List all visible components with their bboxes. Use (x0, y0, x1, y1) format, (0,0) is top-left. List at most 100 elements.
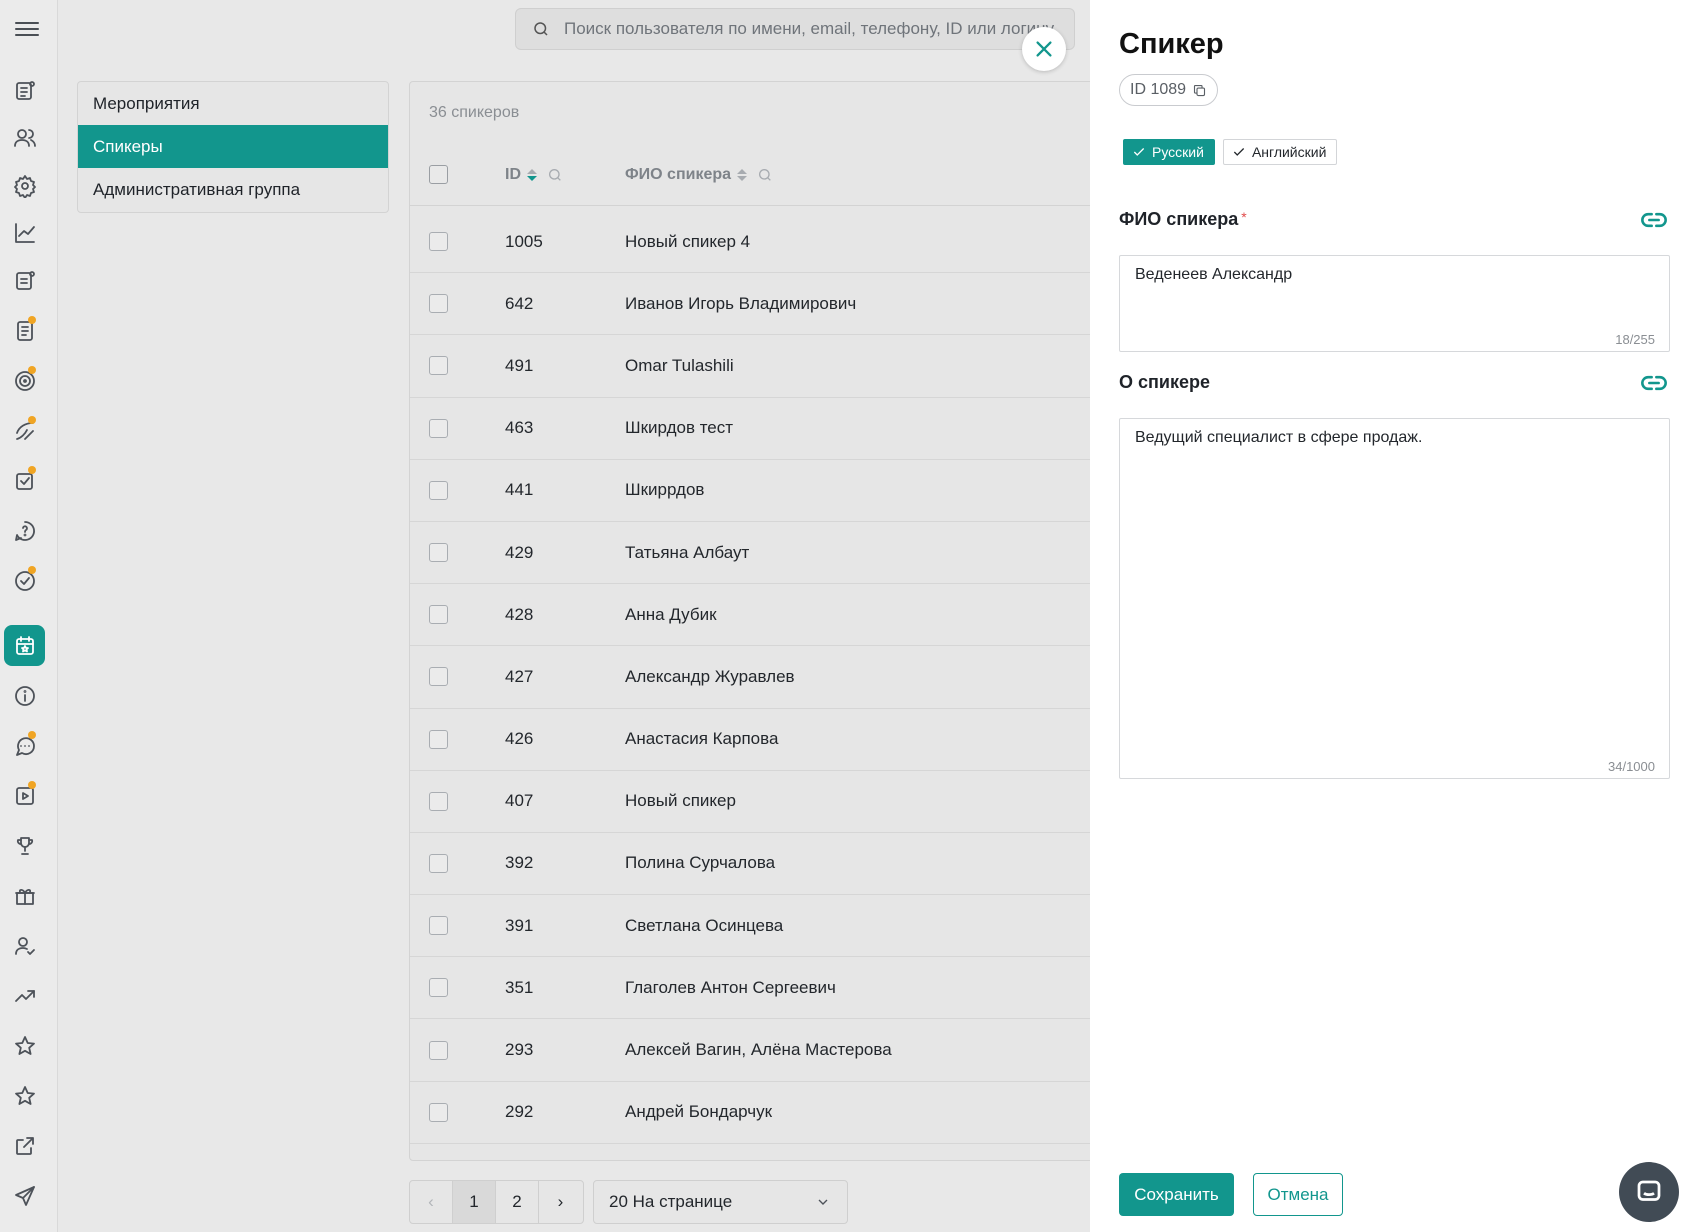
close-panel-button[interactable] (1022, 27, 1066, 71)
sort-icon[interactable] (527, 169, 537, 181)
video-icon[interactable] (4, 775, 45, 816)
table-row[interactable]: 463 Шкирдов тест (410, 398, 1108, 460)
star-icon[interactable] (4, 1025, 45, 1066)
checkmark-icon (1233, 148, 1245, 156)
subnav-item-events[interactable]: Мероприятия (78, 82, 388, 125)
table-row[interactable]: 351 Глаголев Антон Сергеевич (410, 957, 1108, 1020)
skills-icon[interactable] (4, 410, 45, 451)
table-row[interactable]: 293 Алексей Вагин, Алёна Мастерова (410, 1019, 1108, 1082)
about-field[interactable]: Ведущий специалист в сфере продаж. 34/10… (1119, 418, 1670, 779)
row-id: 463 (505, 418, 534, 438)
row-name: Анна Дубик (625, 604, 717, 624)
chat-icon[interactable] (4, 725, 45, 766)
cancel-button[interactable]: Отмена (1253, 1173, 1343, 1216)
tab-russian[interactable]: Русский (1123, 139, 1215, 165)
per-page-select[interactable]: 20 На странице (593, 1180, 848, 1224)
row-checkbox[interactable] (429, 978, 448, 998)
row-checkbox[interactable] (429, 729, 448, 749)
send-icon[interactable] (4, 1175, 45, 1216)
trophy-icon[interactable] (4, 825, 45, 866)
column-id[interactable]: ID (505, 144, 563, 206)
document-icon[interactable] (4, 310, 45, 351)
row-checkbox[interactable] (429, 356, 448, 376)
news-icon[interactable] (4, 70, 45, 111)
column-id-label: ID (505, 166, 521, 183)
speakers-table: 36 спикеров ID ФИО спикера 1005 Новый спи… (409, 81, 1109, 1161)
link-icon[interactable] (1640, 206, 1668, 234)
row-checkbox[interactable] (429, 605, 448, 625)
language-tabs: Русский Английский (1123, 139, 1345, 165)
settings-icon[interactable] (4, 165, 45, 206)
table-row[interactable]: 407 Новый спикер (410, 771, 1108, 833)
checkmark-icon (1133, 148, 1145, 156)
table-row[interactable]: 427 Александр Журавлев (410, 646, 1108, 709)
next-page-button[interactable]: › (539, 1181, 582, 1223)
speaker-panel: Спикер ID 1089 Русский Английский ФИО сп… (1090, 0, 1682, 1232)
feed-icon[interactable] (4, 260, 45, 301)
external-link-icon[interactable] (4, 1125, 45, 1166)
trending-icon[interactable] (4, 975, 45, 1016)
table-row[interactable]: 392 Полина Сурчалова (410, 833, 1108, 896)
row-checkbox[interactable] (429, 418, 448, 438)
notification-dot (28, 466, 36, 474)
fio-label-text: ФИО спикера (1119, 209, 1239, 229)
target-icon[interactable] (4, 360, 45, 401)
table-row[interactable]: 428 Анна Дубик (410, 584, 1108, 647)
page-button[interactable]: 2 (496, 1181, 539, 1223)
subnav-item-speakers[interactable]: Спикеры (78, 125, 388, 168)
row-checkbox[interactable] (429, 480, 448, 500)
search-input[interactable]: Поиск пользователя по имени, email, теле… (564, 19, 1054, 39)
row-checkbox[interactable] (429, 543, 448, 563)
fio-value: Веденеев Александр (1135, 266, 1293, 283)
row-id: 491 (505, 355, 534, 375)
table-row[interactable]: 429 Татьяна Албаут (410, 522, 1108, 585)
table-row[interactable]: 426 Анастасия Карпова (410, 709, 1108, 771)
row-checkbox[interactable] (429, 916, 448, 936)
row-id: 642 (505, 293, 534, 313)
table-row[interactable]: 391 Светлана Осинцева (410, 895, 1108, 958)
table-row[interactable]: 1005 Новый спикер 4 (410, 211, 1108, 274)
menu-icon[interactable] (15, 18, 39, 38)
table-row[interactable]: 441 Шкиррдов (410, 460, 1108, 522)
row-name: Алексей Вагин, Алёна Мастерова (625, 1040, 892, 1060)
about-value: Ведущий специалист в сфере продаж. (1135, 429, 1423, 446)
link-icon[interactable] (1640, 369, 1668, 397)
help-icon[interactable] (4, 510, 45, 551)
table-row[interactable]: 292 Андрей Бондарчук (410, 1082, 1108, 1144)
save-button[interactable]: Сохранить (1119, 1173, 1234, 1216)
row-id: 293 (505, 1040, 534, 1060)
analytics-icon[interactable] (4, 212, 45, 253)
sort-icon[interactable] (737, 169, 748, 181)
row-checkbox[interactable] (429, 232, 448, 252)
users-icon[interactable] (4, 117, 45, 158)
subnav-item-admin-group[interactable]: Административная группа (78, 168, 388, 211)
id-badge[interactable]: ID 1089 (1119, 74, 1219, 106)
user-check-icon[interactable] (4, 925, 45, 966)
copy-icon[interactable] (1192, 83, 1207, 98)
row-checkbox[interactable] (429, 1102, 448, 1122)
row-checkbox[interactable] (429, 1040, 448, 1060)
page-button[interactable]: 1 (453, 1181, 496, 1223)
table-row[interactable]: 491 Omar Tulashili (410, 335, 1108, 398)
fio-field[interactable]: Веденеев Александр 18/255 (1119, 255, 1670, 352)
prev-page-button[interactable]: ‹ (410, 1181, 453, 1223)
table-row[interactable]: 642 Иванов Игорь Владимирович (410, 273, 1108, 336)
column-name[interactable]: ФИО спикера (625, 144, 773, 206)
select-all-checkbox[interactable] (429, 165, 448, 184)
user-search[interactable]: Поиск пользователя по имени, email, теле… (515, 8, 1075, 50)
row-checkbox[interactable] (429, 791, 448, 811)
check-icon[interactable] (4, 560, 45, 601)
tasks-icon[interactable] (4, 460, 45, 501)
support-chat-button[interactable] (1619, 1162, 1679, 1222)
row-checkbox[interactable] (429, 294, 448, 314)
row-checkbox[interactable] (429, 667, 448, 687)
column-name-label: ФИО спикера (625, 166, 732, 183)
star-outline-icon[interactable] (4, 1075, 45, 1116)
info-icon[interactable] (4, 675, 45, 716)
row-checkbox[interactable] (429, 853, 448, 873)
tab-english[interactable]: Английский (1222, 139, 1338, 165)
column-search-icon[interactable] (547, 167, 563, 183)
events-calendar-icon[interactable] (4, 625, 45, 666)
gift-icon[interactable] (4, 875, 45, 916)
column-search-icon[interactable] (757, 167, 773, 183)
